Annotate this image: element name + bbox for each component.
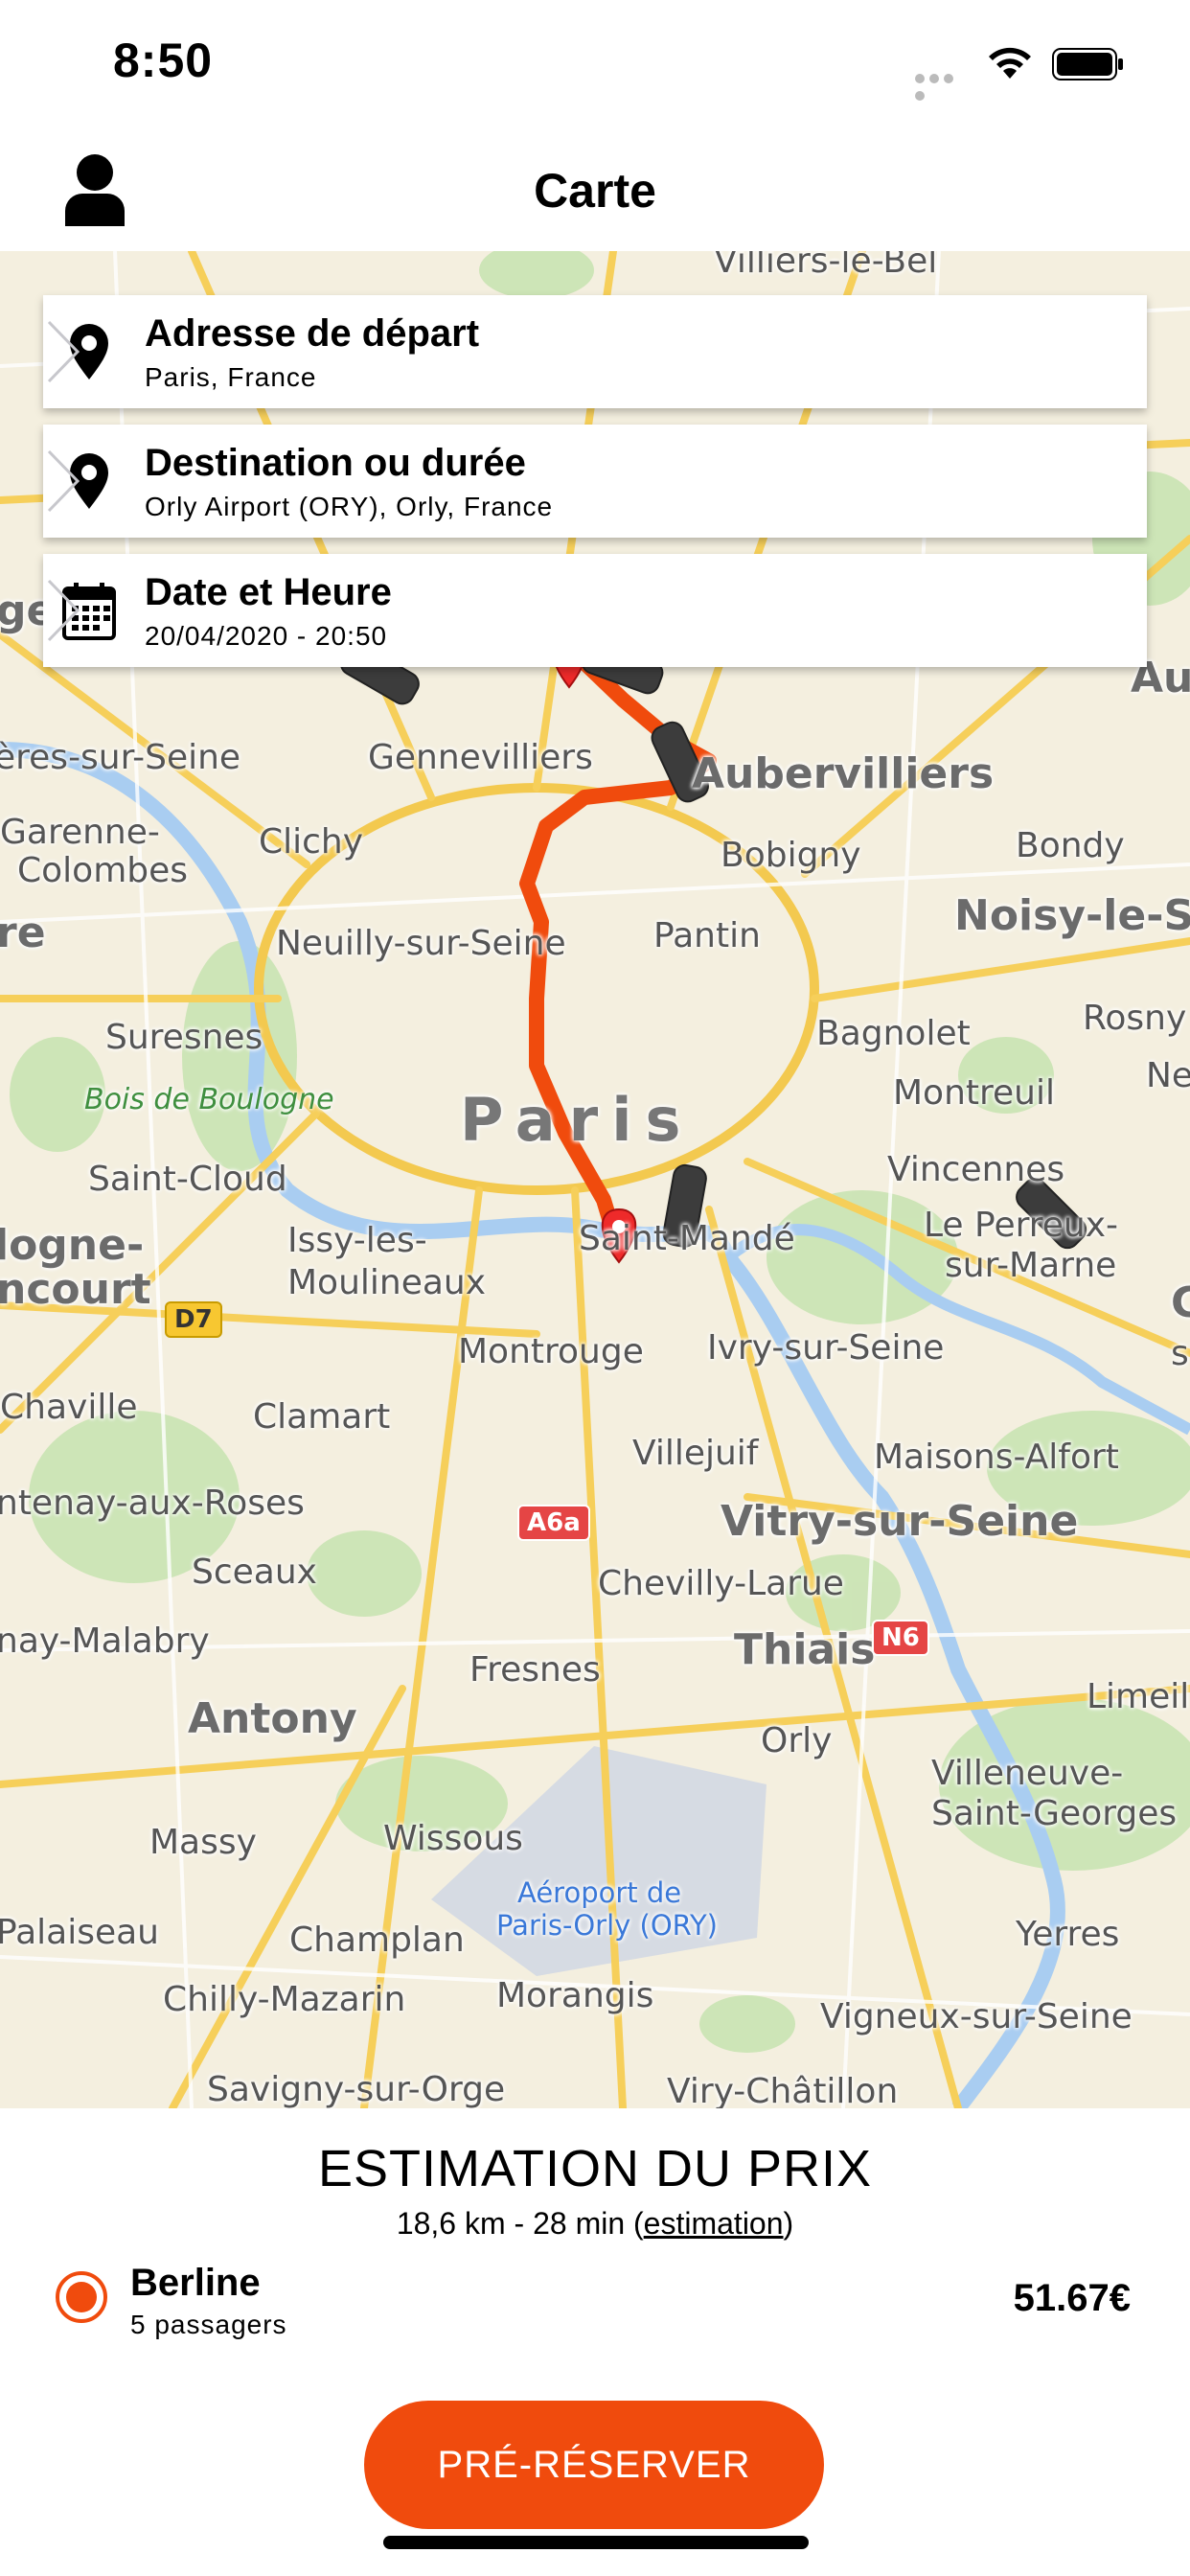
vehicle-passengers: 5 passagers	[130, 2310, 287, 2339]
map-label: Saint-Georges	[931, 1794, 1178, 1833]
map-label: logne-	[0, 1221, 145, 1270]
map-label: Issy-les-	[287, 1221, 427, 1260]
map-label: Clamart	[253, 1397, 391, 1437]
map-label: Villiers-le-Bel	[714, 251, 938, 281]
map-label: Moulineaux	[287, 1263, 487, 1302]
map-label: Aéroport de	[517, 1876, 682, 1909]
map-label: Colombes	[17, 851, 189, 890]
distance-time: 18,6 km - 28 min (	[396, 2206, 644, 2241]
map-label: Montreuil	[893, 1073, 1055, 1113]
card-title: Adresse de départ	[145, 312, 480, 355]
vehicle-name[interactable]: Berline	[130, 2262, 261, 2305]
map-label: Garenne-	[0, 813, 160, 852]
map-label: ntenay-aux-Roses	[0, 1484, 305, 1523]
map-label: Clichy	[259, 822, 364, 862]
chevron-right-icon	[47, 449, 80, 513]
status-time: 8:50	[113, 34, 214, 87]
estimate-close: )	[783, 2206, 794, 2241]
map-label: Villeneuve-	[931, 1754, 1124, 1793]
map-label: Pantin	[653, 916, 761, 955]
map-label: Le Perreux-	[924, 1206, 1119, 1245]
estimate-title: ESTIMATION DU PRIX	[317, 2140, 873, 2197]
signal-icon	[915, 71, 969, 101]
map-label: Limeil	[1087, 1677, 1190, 1716]
map-label: Villejuif	[632, 1434, 759, 1473]
chevron-right-icon	[47, 320, 80, 383]
road-sign: N6	[872, 1620, 929, 1656]
card-subtitle: Paris, France	[145, 362, 317, 392]
map-label: Paris	[460, 1085, 695, 1155]
price-estimate-panel: ESTIMATION DU PRIX 18,6 km - 28 min (est…	[0, 2108, 1190, 2576]
map-label: Noisy-le-S	[954, 891, 1190, 940]
map-label: ncourt	[0, 1265, 151, 1314]
map-label: Vigneux-sur-Seine	[820, 1997, 1133, 2036]
vehicle-radio[interactable]	[56, 2271, 107, 2323]
battery-icon	[1052, 48, 1123, 80]
destination-card[interactable]: Destination ou durée Orly Airport (ORY),…	[43, 425, 1147, 538]
departure-address-card[interactable]: Adresse de départ Paris, France	[43, 295, 1147, 408]
map-label: s	[1171, 1334, 1189, 1373]
map-label: Sceaux	[192, 1552, 317, 1592]
card-title: Destination ou durée	[145, 442, 526, 484]
map-label: Bobigny	[721, 836, 861, 875]
map-label: Wissous	[383, 1819, 523, 1858]
map-label: Ne	[1146, 1056, 1190, 1095]
map-label: Fresnes	[469, 1650, 601, 1690]
map-label: re	[0, 908, 46, 957]
map-label: Viry-Châtillon	[667, 2072, 899, 2108]
map-label: sur-Marne	[945, 1246, 1117, 1285]
wifi-icon	[989, 47, 1031, 79]
card-title: Date et Heure	[145, 571, 392, 613]
map-label: Savigny-sur-Orge	[207, 2070, 506, 2108]
map-label: Rosny	[1083, 999, 1187, 1038]
map-label: Champlan	[289, 1920, 465, 1960]
map-label: nay-Malabry	[0, 1622, 210, 1661]
map-label: Bagnolet	[816, 1014, 971, 1053]
map-label: Chilly-Mazarin	[163, 1980, 406, 2019]
road-sign: A6a	[517, 1505, 590, 1541]
map-label: Bondy	[1016, 826, 1125, 865]
chevron-right-icon	[47, 579, 80, 642]
map-label: Maisons-Alfort	[874, 1438, 1119, 1477]
date-time-card[interactable]: Date et Heure 20/04/2020 - 20:50	[43, 554, 1147, 667]
map-label: Chevilly-Larue	[598, 1564, 844, 1603]
map-label: Massy	[149, 1823, 257, 1862]
road-sign: D7	[165, 1301, 222, 1338]
map-label: C	[1171, 1278, 1190, 1327]
card-subtitle: Orly Airport (ORY), Orly, France	[145, 492, 554, 521]
radio-selected-dot	[66, 2282, 97, 2312]
estimate-summary: 18,6 km - 28 min (estimation)	[0, 2206, 1190, 2242]
nav-header: Carte	[0, 125, 1190, 252]
status-bar: 8:50	[0, 0, 1190, 125]
map-label: Saint-Mandé	[579, 1219, 795, 1258]
map-label: Neuilly-sur-Seine	[276, 924, 566, 963]
map-label: Morangis	[496, 1976, 654, 2015]
map-label: ères-sur-Seine	[0, 738, 241, 777]
estimate-link[interactable]: estimation	[644, 2206, 784, 2241]
map-label: Vitry-sur-Seine	[721, 1497, 1079, 1546]
map-label: Montrouge	[458, 1332, 644, 1371]
map-label: Vincennes	[887, 1150, 1065, 1189]
map-label: Palaiseau	[0, 1913, 159, 1952]
map-label: Antony	[188, 1694, 357, 1743]
map-label: Gennevilliers	[368, 738, 593, 777]
map-label: Aubervilliers	[692, 749, 995, 798]
map-label: Bois de Boulogne	[84, 1083, 334, 1116]
map-label: Orly	[761, 1721, 833, 1760]
home-indicator	[383, 2536, 809, 2549]
card-subtitle: 20/04/2020 - 20:50	[145, 621, 388, 651]
page-title: Carte	[534, 164, 656, 218]
map-label: Yerres	[1016, 1915, 1120, 1954]
map-label: Saint-Cloud	[88, 1160, 287, 1199]
vehicle-price: 51.67€	[1013, 2277, 1131, 2319]
pre-book-button[interactable]: PRÉ-RÉSERVER	[364, 2401, 824, 2529]
map-label: Ivry-sur-Seine	[707, 1328, 945, 1368]
map-label: Chaville	[0, 1388, 138, 1427]
map-view[interactable]: Villiers-le-Bel Aulnay ères-sur-Seine Ge…	[0, 251, 1190, 2108]
map-label: Paris-Orly (ORY)	[496, 1909, 718, 1942]
map-label: Thiais	[734, 1625, 876, 1674]
map-label: Suresnes	[105, 1018, 263, 1057]
